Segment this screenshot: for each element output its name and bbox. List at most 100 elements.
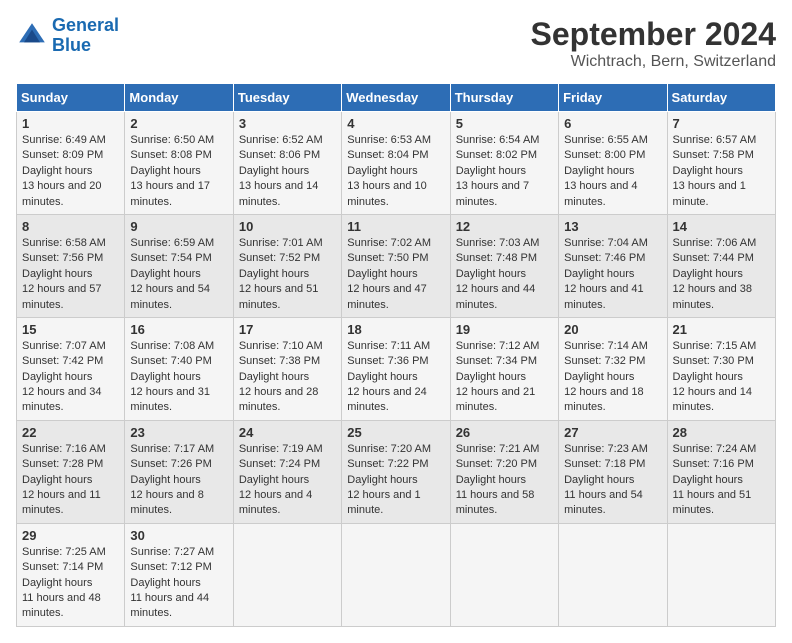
day-detail: Sunrise: 7:20 AMSunset: 7:22 PMDaylight … — [347, 442, 444, 519]
day-detail: Sunrise: 7:08 AMSunset: 7:40 PMDaylight … — [130, 339, 227, 416]
logo-icon — [16, 20, 48, 52]
calendar-cell: 13 Sunrise: 7:04 AMSunset: 7:46 PMDaylig… — [559, 214, 667, 317]
calendar-week-1: 1 Sunrise: 6:49 AMSunset: 8:09 PMDayligh… — [17, 112, 776, 215]
day-number: 17 — [239, 322, 336, 337]
day-number: 7 — [673, 116, 770, 131]
day-number: 29 — [22, 528, 119, 543]
calendar-cell: 9 Sunrise: 6:59 AMSunset: 7:54 PMDayligh… — [125, 214, 233, 317]
col-header-friday: Friday — [559, 84, 667, 112]
day-detail: Sunrise: 6:55 AMSunset: 8:00 PMDaylight … — [564, 133, 661, 210]
header: General Blue September 2024 Wichtrach, B… — [16, 16, 776, 71]
day-number: 19 — [456, 322, 553, 337]
calendar-cell: 27 Sunrise: 7:23 AMSunset: 7:18 PMDaylig… — [559, 420, 667, 523]
calendar-cell: 2 Sunrise: 6:50 AMSunset: 8:08 PMDayligh… — [125, 112, 233, 215]
col-header-tuesday: Tuesday — [233, 84, 341, 112]
day-number: 4 — [347, 116, 444, 131]
day-detail: Sunrise: 7:01 AMSunset: 7:52 PMDaylight … — [239, 236, 336, 313]
day-detail: Sunrise: 7:19 AMSunset: 7:24 PMDaylight … — [239, 442, 336, 519]
day-number: 6 — [564, 116, 661, 131]
day-number: 16 — [130, 322, 227, 337]
day-detail: Sunrise: 7:04 AMSunset: 7:46 PMDaylight … — [564, 236, 661, 313]
calendar-cell: 15 Sunrise: 7:07 AMSunset: 7:42 PMDaylig… — [17, 317, 125, 420]
col-header-thursday: Thursday — [450, 84, 558, 112]
day-detail: Sunrise: 7:02 AMSunset: 7:50 PMDaylight … — [347, 236, 444, 313]
day-number: 23 — [130, 425, 227, 440]
day-detail: Sunrise: 7:11 AMSunset: 7:36 PMDaylight … — [347, 339, 444, 416]
calendar-cell: 16 Sunrise: 7:08 AMSunset: 7:40 PMDaylig… — [125, 317, 233, 420]
day-detail: Sunrise: 7:06 AMSunset: 7:44 PMDaylight … — [673, 236, 770, 313]
day-number: 20 — [564, 322, 661, 337]
calendar-cell: 6 Sunrise: 6:55 AMSunset: 8:00 PMDayligh… — [559, 112, 667, 215]
day-number: 12 — [456, 219, 553, 234]
day-detail: Sunrise: 7:07 AMSunset: 7:42 PMDaylight … — [22, 339, 119, 416]
day-number: 18 — [347, 322, 444, 337]
col-header-monday: Monday — [125, 84, 233, 112]
calendar-cell: 30 Sunrise: 7:27 AMSunset: 7:12 PMDaylig… — [125, 523, 233, 626]
day-number: 8 — [22, 219, 119, 234]
day-number: 30 — [130, 528, 227, 543]
day-detail: Sunrise: 7:10 AMSunset: 7:38 PMDaylight … — [239, 339, 336, 416]
day-number: 5 — [456, 116, 553, 131]
calendar-cell: 28 Sunrise: 7:24 AMSunset: 7:16 PMDaylig… — [667, 420, 775, 523]
calendar-cell: 23 Sunrise: 7:17 AMSunset: 7:26 PMDaylig… — [125, 420, 233, 523]
day-number: 24 — [239, 425, 336, 440]
day-number: 25 — [347, 425, 444, 440]
day-number: 21 — [673, 322, 770, 337]
calendar-cell: 11 Sunrise: 7:02 AMSunset: 7:50 PMDaylig… — [342, 214, 450, 317]
logo-line2: Blue — [52, 35, 91, 55]
day-detail: Sunrise: 7:16 AMSunset: 7:28 PMDaylight … — [22, 442, 119, 519]
calendar-week-4: 22 Sunrise: 7:16 AMSunset: 7:28 PMDaylig… — [17, 420, 776, 523]
day-number: 28 — [673, 425, 770, 440]
day-detail: Sunrise: 6:53 AMSunset: 8:04 PMDaylight … — [347, 133, 444, 210]
logo-line1: General — [52, 15, 119, 35]
day-detail: Sunrise: 7:23 AMSunset: 7:18 PMDaylight … — [564, 442, 661, 519]
calendar-cell: 20 Sunrise: 7:14 AMSunset: 7:32 PMDaylig… — [559, 317, 667, 420]
calendar-week-2: 8 Sunrise: 6:58 AMSunset: 7:56 PMDayligh… — [17, 214, 776, 317]
day-number: 1 — [22, 116, 119, 131]
calendar-cell: 1 Sunrise: 6:49 AMSunset: 8:09 PMDayligh… — [17, 112, 125, 215]
day-number: 22 — [22, 425, 119, 440]
day-detail: Sunrise: 7:14 AMSunset: 7:32 PMDaylight … — [564, 339, 661, 416]
calendar-cell — [450, 523, 558, 626]
day-number: 15 — [22, 322, 119, 337]
day-number: 27 — [564, 425, 661, 440]
day-detail: Sunrise: 6:58 AMSunset: 7:56 PMDaylight … — [22, 236, 119, 313]
day-detail: Sunrise: 7:17 AMSunset: 7:26 PMDaylight … — [130, 442, 227, 519]
day-number: 2 — [130, 116, 227, 131]
day-detail: Sunrise: 6:59 AMSunset: 7:54 PMDaylight … — [130, 236, 227, 313]
calendar-cell: 3 Sunrise: 6:52 AMSunset: 8:06 PMDayligh… — [233, 112, 341, 215]
day-detail: Sunrise: 7:27 AMSunset: 7:12 PMDaylight … — [130, 545, 227, 622]
title-area: September 2024 Wichtrach, Bern, Switzerl… — [531, 16, 776, 71]
day-detail: Sunrise: 7:24 AMSunset: 7:16 PMDaylight … — [673, 442, 770, 519]
day-detail: Sunrise: 7:03 AMSunset: 7:48 PMDaylight … — [456, 236, 553, 313]
calendar-cell: 5 Sunrise: 6:54 AMSunset: 8:02 PMDayligh… — [450, 112, 558, 215]
calendar-cell — [667, 523, 775, 626]
calendar-cell: 12 Sunrise: 7:03 AMSunset: 7:48 PMDaylig… — [450, 214, 558, 317]
calendar-cell: 10 Sunrise: 7:01 AMSunset: 7:52 PMDaylig… — [233, 214, 341, 317]
day-detail: Sunrise: 6:54 AMSunset: 8:02 PMDaylight … — [456, 133, 553, 210]
day-number: 14 — [673, 219, 770, 234]
col-header-saturday: Saturday — [667, 84, 775, 112]
day-detail: Sunrise: 6:50 AMSunset: 8:08 PMDaylight … — [130, 133, 227, 210]
calendar-cell: 4 Sunrise: 6:53 AMSunset: 8:04 PMDayligh… — [342, 112, 450, 215]
day-number: 10 — [239, 219, 336, 234]
calendar-week-5: 29 Sunrise: 7:25 AMSunset: 7:14 PMDaylig… — [17, 523, 776, 626]
calendar-cell: 14 Sunrise: 7:06 AMSunset: 7:44 PMDaylig… — [667, 214, 775, 317]
calendar-cell: 17 Sunrise: 7:10 AMSunset: 7:38 PMDaylig… — [233, 317, 341, 420]
page-title: September 2024 — [531, 16, 776, 53]
calendar-cell — [342, 523, 450, 626]
day-number: 3 — [239, 116, 336, 131]
column-headers: SundayMondayTuesdayWednesdayThursdayFrid… — [17, 84, 776, 112]
calendar-cell: 25 Sunrise: 7:20 AMSunset: 7:22 PMDaylig… — [342, 420, 450, 523]
calendar-cell: 19 Sunrise: 7:12 AMSunset: 7:34 PMDaylig… — [450, 317, 558, 420]
day-detail: Sunrise: 6:49 AMSunset: 8:09 PMDaylight … — [22, 133, 119, 210]
page-subtitle: Wichtrach, Bern, Switzerland — [531, 53, 776, 71]
day-detail: Sunrise: 7:15 AMSunset: 7:30 PMDaylight … — [673, 339, 770, 416]
col-header-sunday: Sunday — [17, 84, 125, 112]
calendar-cell: 29 Sunrise: 7:25 AMSunset: 7:14 PMDaylig… — [17, 523, 125, 626]
calendar-cell — [559, 523, 667, 626]
calendar-cell: 26 Sunrise: 7:21 AMSunset: 7:20 PMDaylig… — [450, 420, 558, 523]
day-detail: Sunrise: 7:21 AMSunset: 7:20 PMDaylight … — [456, 442, 553, 519]
calendar-table: SundayMondayTuesdayWednesdayThursdayFrid… — [16, 83, 776, 627]
calendar-week-3: 15 Sunrise: 7:07 AMSunset: 7:42 PMDaylig… — [17, 317, 776, 420]
